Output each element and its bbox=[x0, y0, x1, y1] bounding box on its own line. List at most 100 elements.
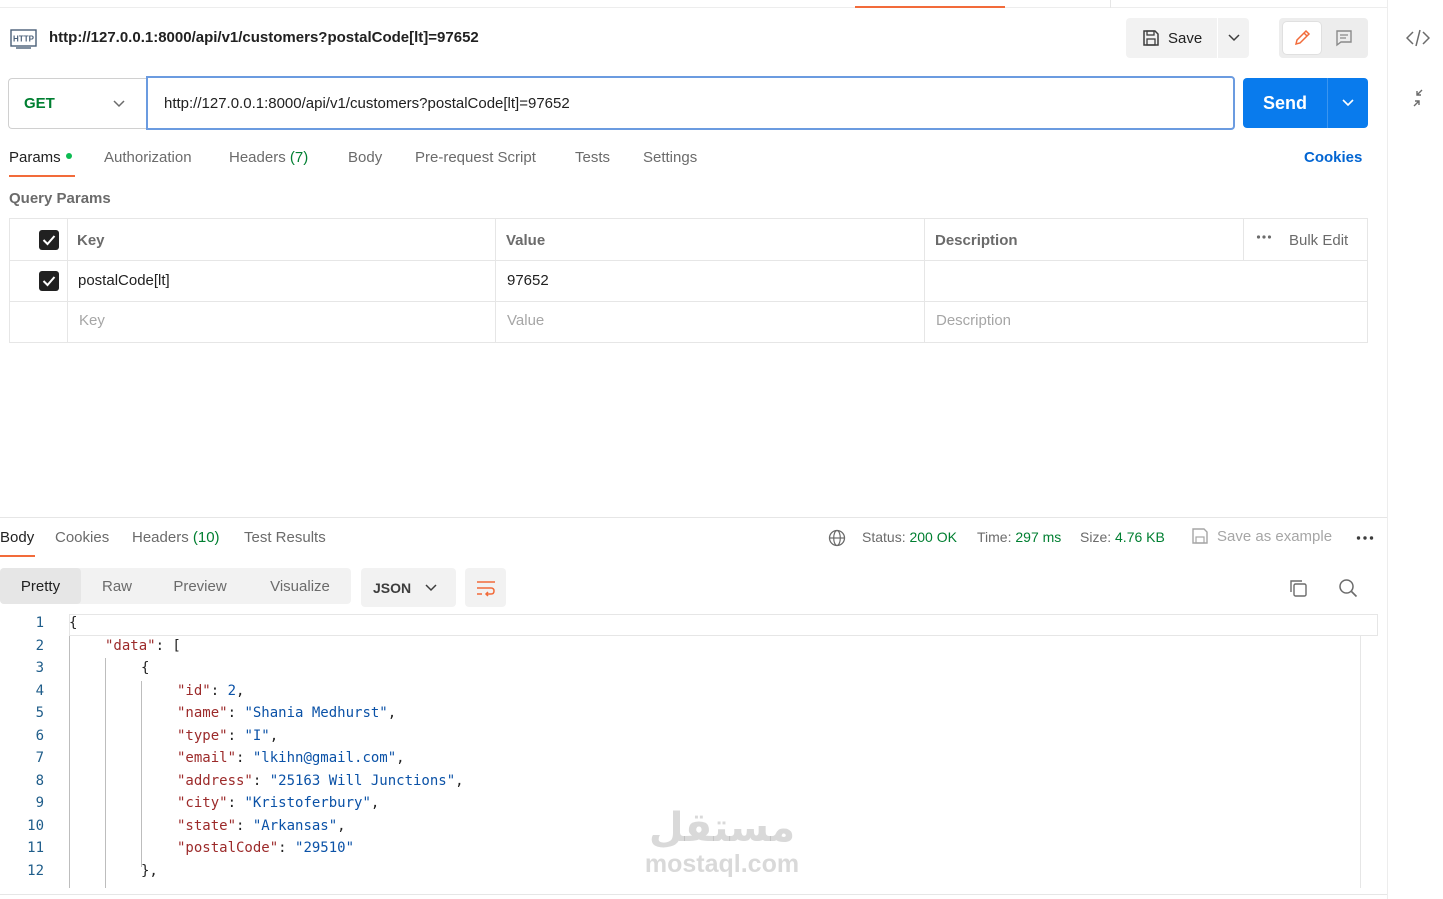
search-icon[interactable] bbox=[1338, 578, 1358, 598]
table-divider bbox=[10, 260, 1367, 261]
tab-settings[interactable]: Settings bbox=[643, 149, 697, 166]
http-request-icon: HTTP bbox=[10, 26, 38, 52]
view-preview-button[interactable]: Preview bbox=[160, 568, 240, 604]
tab-params[interactable]: Params bbox=[9, 149, 72, 166]
line-number: 8 bbox=[35, 773, 44, 789]
comment-mode-button[interactable] bbox=[1325, 22, 1363, 54]
line-number: 3 bbox=[35, 660, 44, 676]
save-dropdown-button[interactable] bbox=[1218, 18, 1249, 58]
line-number: 1 bbox=[35, 615, 44, 631]
json-key: "name" bbox=[177, 705, 228, 721]
tab-label: Tests bbox=[575, 149, 611, 166]
json-brace: }, bbox=[141, 863, 158, 879]
response-tab-body[interactable]: Body bbox=[0, 529, 34, 546]
json-value: "I" bbox=[244, 728, 270, 744]
mode-toggle bbox=[1279, 18, 1368, 58]
more-options-icon[interactable] bbox=[1356, 535, 1374, 541]
tab-body[interactable]: Body bbox=[348, 149, 382, 166]
tab-label: Authorization bbox=[104, 149, 192, 166]
code-line: "postalCode": "29510" bbox=[177, 840, 355, 856]
edit-mode-button[interactable] bbox=[1283, 22, 1321, 54]
row-checkbox[interactable] bbox=[39, 271, 59, 291]
save-as-example-button[interactable]: Save as example bbox=[1191, 527, 1332, 545]
tab-label: Settings bbox=[643, 149, 698, 166]
code-line: "name": "Shania Medhurst", bbox=[177, 705, 397, 721]
save-button-group: Save bbox=[1126, 18, 1249, 58]
active-tab-underline bbox=[0, 555, 35, 557]
json-value: 2 bbox=[227, 683, 237, 699]
json-key: "type" bbox=[177, 728, 228, 744]
line-number: 11 bbox=[27, 840, 44, 856]
tab-label: Params bbox=[9, 149, 61, 166]
json-key: "email" bbox=[177, 750, 237, 766]
tab-tests[interactable]: Tests bbox=[575, 149, 610, 166]
view-raw-button[interactable]: Raw bbox=[86, 568, 148, 604]
indent-guide bbox=[105, 658, 106, 888]
json-punct: : [ bbox=[155, 638, 181, 654]
active-tab-underline bbox=[9, 175, 75, 177]
tab-authorization[interactable]: Authorization bbox=[104, 149, 192, 166]
select-all-checkbox[interactable] bbox=[39, 230, 59, 250]
status-readout: Status: 200 OK bbox=[862, 529, 957, 545]
line-number: 7 bbox=[35, 750, 44, 766]
copy-icon[interactable] bbox=[1288, 578, 1308, 598]
save-button[interactable]: Save bbox=[1126, 18, 1217, 58]
line-number: 6 bbox=[35, 728, 44, 744]
wrap-lines-button[interactable] bbox=[465, 568, 506, 607]
chevron-down-icon bbox=[1342, 99, 1354, 107]
view-mode-group: Pretty Raw Preview Visualize bbox=[0, 568, 351, 604]
table-divider bbox=[495, 219, 496, 342]
new-value-field[interactable]: Value bbox=[507, 312, 544, 329]
top-divider bbox=[0, 7, 1387, 8]
check-icon bbox=[42, 235, 56, 246]
code-line: "email": "lkihn@gmail.com", bbox=[177, 750, 405, 766]
right-sidebar bbox=[1387, 0, 1443, 899]
url-input[interactable] bbox=[146, 76, 1235, 130]
tab-pre-request-script[interactable]: Pre-request Script bbox=[415, 149, 536, 166]
cookies-link[interactable]: Cookies bbox=[1304, 149, 1362, 166]
response-tab-headers[interactable]: Headers (10) bbox=[132, 529, 220, 546]
time-value: 297 ms bbox=[1015, 529, 1062, 545]
code-line: "state": "Arkansas", bbox=[177, 818, 346, 834]
param-description-field[interactable] bbox=[936, 272, 1366, 292]
response-tab-test-results[interactable]: Test Results bbox=[244, 529, 326, 546]
table-divider bbox=[10, 301, 1367, 302]
code-icon[interactable] bbox=[1406, 28, 1430, 48]
view-visualize-button[interactable]: Visualize bbox=[256, 568, 344, 604]
bulk-edit-button[interactable]: Bulk Edit bbox=[1289, 232, 1348, 249]
json-value: "Kristoferbury" bbox=[244, 795, 371, 811]
collapse-icon[interactable] bbox=[1408, 88, 1428, 108]
method-select[interactable]: GET bbox=[8, 78, 146, 129]
code-line: "data": [ bbox=[105, 638, 181, 654]
query-params-title: Query Params bbox=[9, 190, 111, 207]
param-key-field[interactable]: postalCode[lt] bbox=[78, 272, 170, 289]
code-line: "id": 2, bbox=[177, 683, 245, 699]
new-key-field[interactable]: Key bbox=[79, 312, 105, 329]
code-line: "address": "25163 Will Junctions", bbox=[177, 773, 464, 789]
column-header-key: Key bbox=[77, 232, 105, 249]
code-line: "city": "Kristoferbury", bbox=[177, 795, 380, 811]
format-select[interactable]: JSON bbox=[361, 568, 456, 607]
save-as-example-label: Save as example bbox=[1217, 527, 1333, 545]
size-value: 4.76 KB bbox=[1115, 529, 1165, 545]
tab-headers[interactable]: Headers (7) bbox=[229, 149, 308, 166]
tab-label: Headers bbox=[229, 149, 286, 166]
response-body-editor[interactable]: 1 2 3 4 5 6 7 8 9 10 11 12 { "data": [ {… bbox=[0, 613, 1387, 899]
view-pretty-button[interactable]: Pretty bbox=[0, 568, 81, 604]
chevron-down-icon bbox=[1227, 34, 1240, 42]
more-options-icon[interactable] bbox=[1256, 234, 1272, 240]
globe-icon[interactable] bbox=[828, 529, 846, 547]
request-title[interactable]: http://127.0.0.1:8000/api/v1/customers?p… bbox=[49, 29, 479, 46]
json-key: "city" bbox=[177, 795, 228, 811]
new-description-field[interactable]: Description bbox=[936, 312, 1011, 329]
send-dropdown-button[interactable] bbox=[1328, 78, 1368, 128]
send-button[interactable]: Send bbox=[1243, 78, 1327, 128]
bottom-divider bbox=[0, 894, 1387, 895]
json-key: "id" bbox=[177, 683, 211, 699]
response-tab-cookies[interactable]: Cookies bbox=[55, 529, 109, 546]
line-number: 4 bbox=[35, 683, 44, 699]
save-icon bbox=[1143, 30, 1159, 46]
wrap-lines-icon bbox=[476, 580, 495, 597]
param-value-field[interactable]: 97652 bbox=[507, 272, 549, 289]
chevron-down-icon bbox=[425, 583, 437, 591]
